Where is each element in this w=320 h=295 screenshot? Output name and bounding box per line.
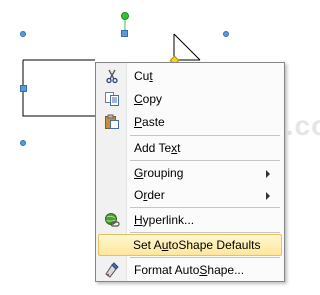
menu-item-label: Set AutoShape Defaults: [133, 238, 261, 252]
resize-handle-bottom-left[interactable]: [20, 140, 26, 146]
menu-item-label: Order: [134, 188, 165, 202]
menu-item-label: Paste: [134, 115, 165, 129]
menu-item-cut[interactable]: Cut: [98, 65, 282, 87]
resize-handle-top-center[interactable]: [121, 30, 128, 37]
menu-item-set-autoshape-defaults[interactable]: Set AutoShape Defaults: [98, 234, 282, 256]
menu-item-hyperlink[interactable]: Hyperlink...: [98, 209, 282, 231]
rotate-handle[interactable]: [121, 12, 129, 20]
context-menu: Cut Copy Paste Add Text Grouping Order H…: [95, 62, 285, 282]
menu-separator: [130, 207, 280, 208]
submenu-arrow-icon: [266, 192, 270, 200]
menu-item-label: Add Text: [134, 141, 181, 155]
menu-item-order[interactable]: Order: [98, 184, 282, 206]
menu-separator: [130, 135, 280, 136]
menu-separator: [130, 232, 280, 233]
resize-handle-middle-left[interactable]: [20, 85, 27, 92]
menu-item-label: Grouping: [134, 166, 184, 180]
menu-item-grouping[interactable]: Grouping: [98, 162, 282, 184]
menu-item-label: Hyperlink...: [134, 213, 195, 227]
scissors-icon: [104, 68, 120, 84]
resize-handle-top-left[interactable]: [20, 31, 26, 37]
menu-item-add-text[interactable]: Add Text: [98, 137, 282, 159]
format-shape-icon: [104, 262, 120, 278]
copy-icon: [104, 91, 120, 107]
menu-item-copy[interactable]: Copy: [98, 88, 282, 110]
paste-icon: [104, 114, 120, 130]
submenu-arrow-icon: [266, 170, 270, 178]
menu-item-format-autoshape[interactable]: Format AutoShape...: [98, 259, 282, 281]
menu-separator: [130, 257, 280, 258]
menu-separator: [130, 160, 280, 161]
menu-item-paste[interactable]: Paste: [98, 111, 282, 133]
menu-item-label: Cut: [134, 69, 153, 83]
menu-item-label: Format AutoShape...: [134, 263, 245, 277]
menu-item-label: Copy: [134, 92, 163, 106]
resize-handle-top-right[interactable]: [223, 31, 229, 37]
hyperlink-icon: [104, 212, 120, 228]
